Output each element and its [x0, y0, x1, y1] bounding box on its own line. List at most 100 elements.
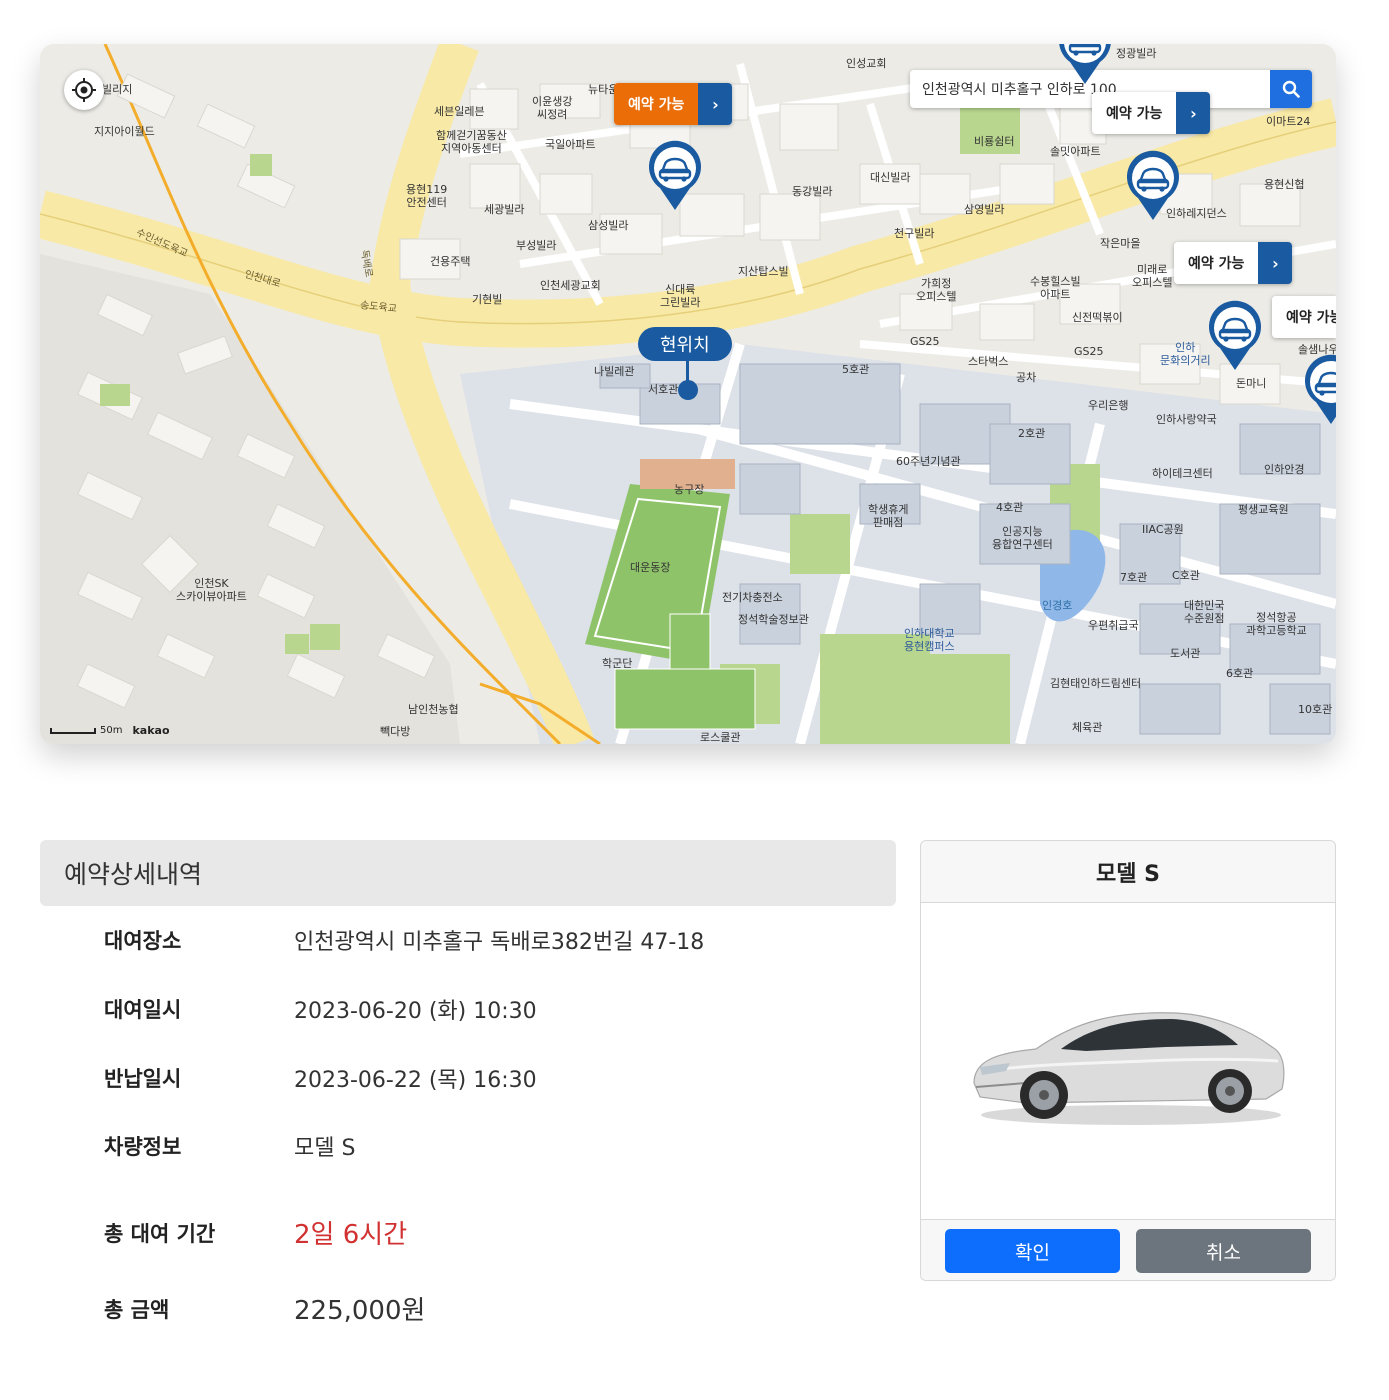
- map-label: 인하사랑약국: [1156, 413, 1217, 426]
- map-label: 수봉힐스빌 아파트: [1030, 275, 1081, 301]
- map-label: 비룡쉼터: [974, 135, 1015, 148]
- map-label: 우리은행: [1088, 399, 1129, 412]
- map-label: 스타벅스: [968, 355, 1009, 368]
- locate-button[interactable]: [64, 70, 104, 110]
- detail-row-total-duration: 총 대여 기간 2일 6시간: [104, 1214, 407, 1251]
- map-label: 세광빌라: [484, 203, 525, 216]
- map-label: 6호관: [1226, 667, 1254, 680]
- detail-label: 총 대여 기간: [104, 1221, 216, 1246]
- detail-label: 반납일시: [104, 1067, 182, 1091]
- reservation-details-heading: 예약상세내역: [40, 840, 896, 906]
- map-label: 대운동장: [630, 561, 671, 574]
- map-label: 5호관: [842, 363, 870, 376]
- map-label: 도서관: [1170, 647, 1201, 660]
- map-label: 학생휴게 판매점: [868, 503, 909, 529]
- map-label: 대한민국 수준원점: [1184, 599, 1225, 625]
- map-label: 농구장: [674, 483, 705, 496]
- map-label: 4호관: [996, 501, 1024, 514]
- search-button[interactable]: [1270, 70, 1312, 108]
- reserve-available-badge[interactable]: 예약 가능 ›: [1174, 242, 1293, 284]
- detail-label: 대여일시: [104, 998, 182, 1022]
- reserve-available-badge-selected[interactable]: 예약 가능 ›: [614, 83, 733, 125]
- detail-row-vehicle-info: 차량정보 모델 S: [104, 1130, 355, 1162]
- map-label: 신전떡볶이: [1072, 311, 1123, 324]
- map-label: 대신빌라: [870, 171, 911, 184]
- car-marker-icon[interactable]: [646, 140, 704, 212]
- map-label: 인경호: [1042, 599, 1073, 612]
- map-label: 인천SK 스카이뷰아파트: [176, 577, 247, 603]
- map-label: 작은마을: [1100, 237, 1141, 250]
- map-label: 천구빌라: [894, 227, 935, 240]
- map-label: 미래로 오피스텔: [1132, 263, 1173, 289]
- confirm-button[interactable]: 확인: [945, 1229, 1120, 1273]
- map-label: 나빌레관: [594, 365, 635, 378]
- detail-row-return-time: 반납일시 2023-06-22 (목) 16:30: [104, 1062, 537, 1094]
- map-label: 신대륙 그린빌라: [660, 283, 701, 309]
- car-card: 모델 S 확인 취소: [920, 840, 1336, 1281]
- reserve-available-badge[interactable]: 예약 가능: [1272, 296, 1336, 338]
- map-label: 10호관: [1298, 703, 1333, 716]
- map-label: 정석학술정보관: [738, 613, 809, 626]
- reserve-available-label: 예약 가능: [1272, 296, 1336, 338]
- car-marker-icon[interactable]: [1206, 300, 1264, 372]
- map-label: 우편취급국: [1088, 619, 1139, 632]
- chevron-right-icon[interactable]: ›: [698, 83, 733, 125]
- car-marker-icon[interactable]: [1302, 354, 1336, 426]
- map-label: 삼영빌라: [964, 203, 1005, 216]
- total-duration-value: 2일 6시간: [294, 1220, 408, 1250]
- map-label: 함께걷기꿈동산 지역아동센터: [436, 129, 507, 155]
- current-location-label: 현위치: [638, 327, 732, 361]
- map-label: 체육관: [1072, 721, 1103, 734]
- map-label: 인하대학교 용현캠퍼스: [904, 627, 955, 653]
- map-label: 빌리지: [102, 83, 133, 96]
- map-label: C호관: [1172, 569, 1200, 582]
- map-label: 세븐일레븐: [434, 105, 485, 118]
- map-label: 국일아파트: [545, 138, 596, 151]
- current-location-dot: [678, 380, 698, 400]
- chevron-right-icon[interactable]: ›: [1176, 92, 1211, 134]
- map-label: 2호관: [1018, 427, 1046, 440]
- map-label: 지지아이월드: [94, 125, 155, 138]
- map-label: 이윤생강 씨정려: [532, 95, 573, 121]
- total-price-value: 225,000원: [294, 1296, 426, 1326]
- chevron-right-icon[interactable]: ›: [1258, 242, 1293, 284]
- map-label: 돈마니: [1236, 377, 1267, 390]
- detail-label: 총 금액: [104, 1297, 170, 1322]
- detail-row-rental-time: 대여일시 2023-06-20 (화) 10:30: [104, 993, 537, 1025]
- map-label: GS25: [910, 335, 940, 348]
- map-provider-logo: kakao: [132, 724, 170, 737]
- map-label: 서호관: [648, 383, 679, 396]
- map-label: 하이테크센터: [1152, 467, 1213, 480]
- car-marker-icon[interactable]: [1056, 44, 1114, 86]
- map-label: 정석항공 과학고등학교: [1246, 611, 1307, 637]
- detail-label: 대여장소: [104, 929, 182, 953]
- car-marker-icon[interactable]: [1124, 150, 1182, 222]
- scale-text: 50m: [100, 725, 123, 736]
- map-label: GS25: [1074, 345, 1104, 358]
- map-label: 인공지능 융합연구센터: [992, 525, 1053, 551]
- map-label: 솔밋아파트: [1050, 145, 1101, 158]
- scale-line: [50, 727, 96, 734]
- map-label: 이마트24: [1266, 115, 1311, 128]
- map-label: 평생교육원: [1238, 503, 1289, 516]
- map-label: 동강빌라: [792, 185, 833, 198]
- cancel-button[interactable]: 취소: [1136, 1229, 1311, 1273]
- map-label: 건용주택: [430, 255, 471, 268]
- map-view[interactable]: 빌리지 지지아이월드 세븐일레븐 함께걷기꿈동산 지역아동센터 이윤생강 씨정려…: [40, 44, 1336, 744]
- car-card-actions: 확인 취소: [921, 1219, 1335, 1280]
- map-label: 가희정 오피스텔: [916, 277, 957, 303]
- map-label: 로스쿨관: [700, 731, 741, 744]
- detail-row-rental-place: 대여장소 인천광역시 미추홀구 독배로382번길 47-18: [104, 924, 704, 956]
- reserve-available-label: 예약 가능: [614, 83, 699, 125]
- map-label: 김현태인하드림센터: [1050, 677, 1142, 690]
- map-scale: 50m kakao: [50, 724, 170, 737]
- search-icon: [1282, 80, 1300, 98]
- car-image: [973, 1012, 1285, 1125]
- detail-value: 2023-06-20 (화) 10:30: [294, 999, 537, 1024]
- map-label: 인성교회: [846, 57, 887, 70]
- map-label: 공차: [1016, 371, 1037, 384]
- reserve-available-badge[interactable]: 예약 가능 ›: [1092, 92, 1211, 134]
- detail-value: 2023-06-22 (목) 16:30: [294, 1068, 537, 1093]
- map-label: 전기차충전소: [722, 591, 783, 604]
- map-label: 지산탑스빌: [738, 265, 789, 278]
